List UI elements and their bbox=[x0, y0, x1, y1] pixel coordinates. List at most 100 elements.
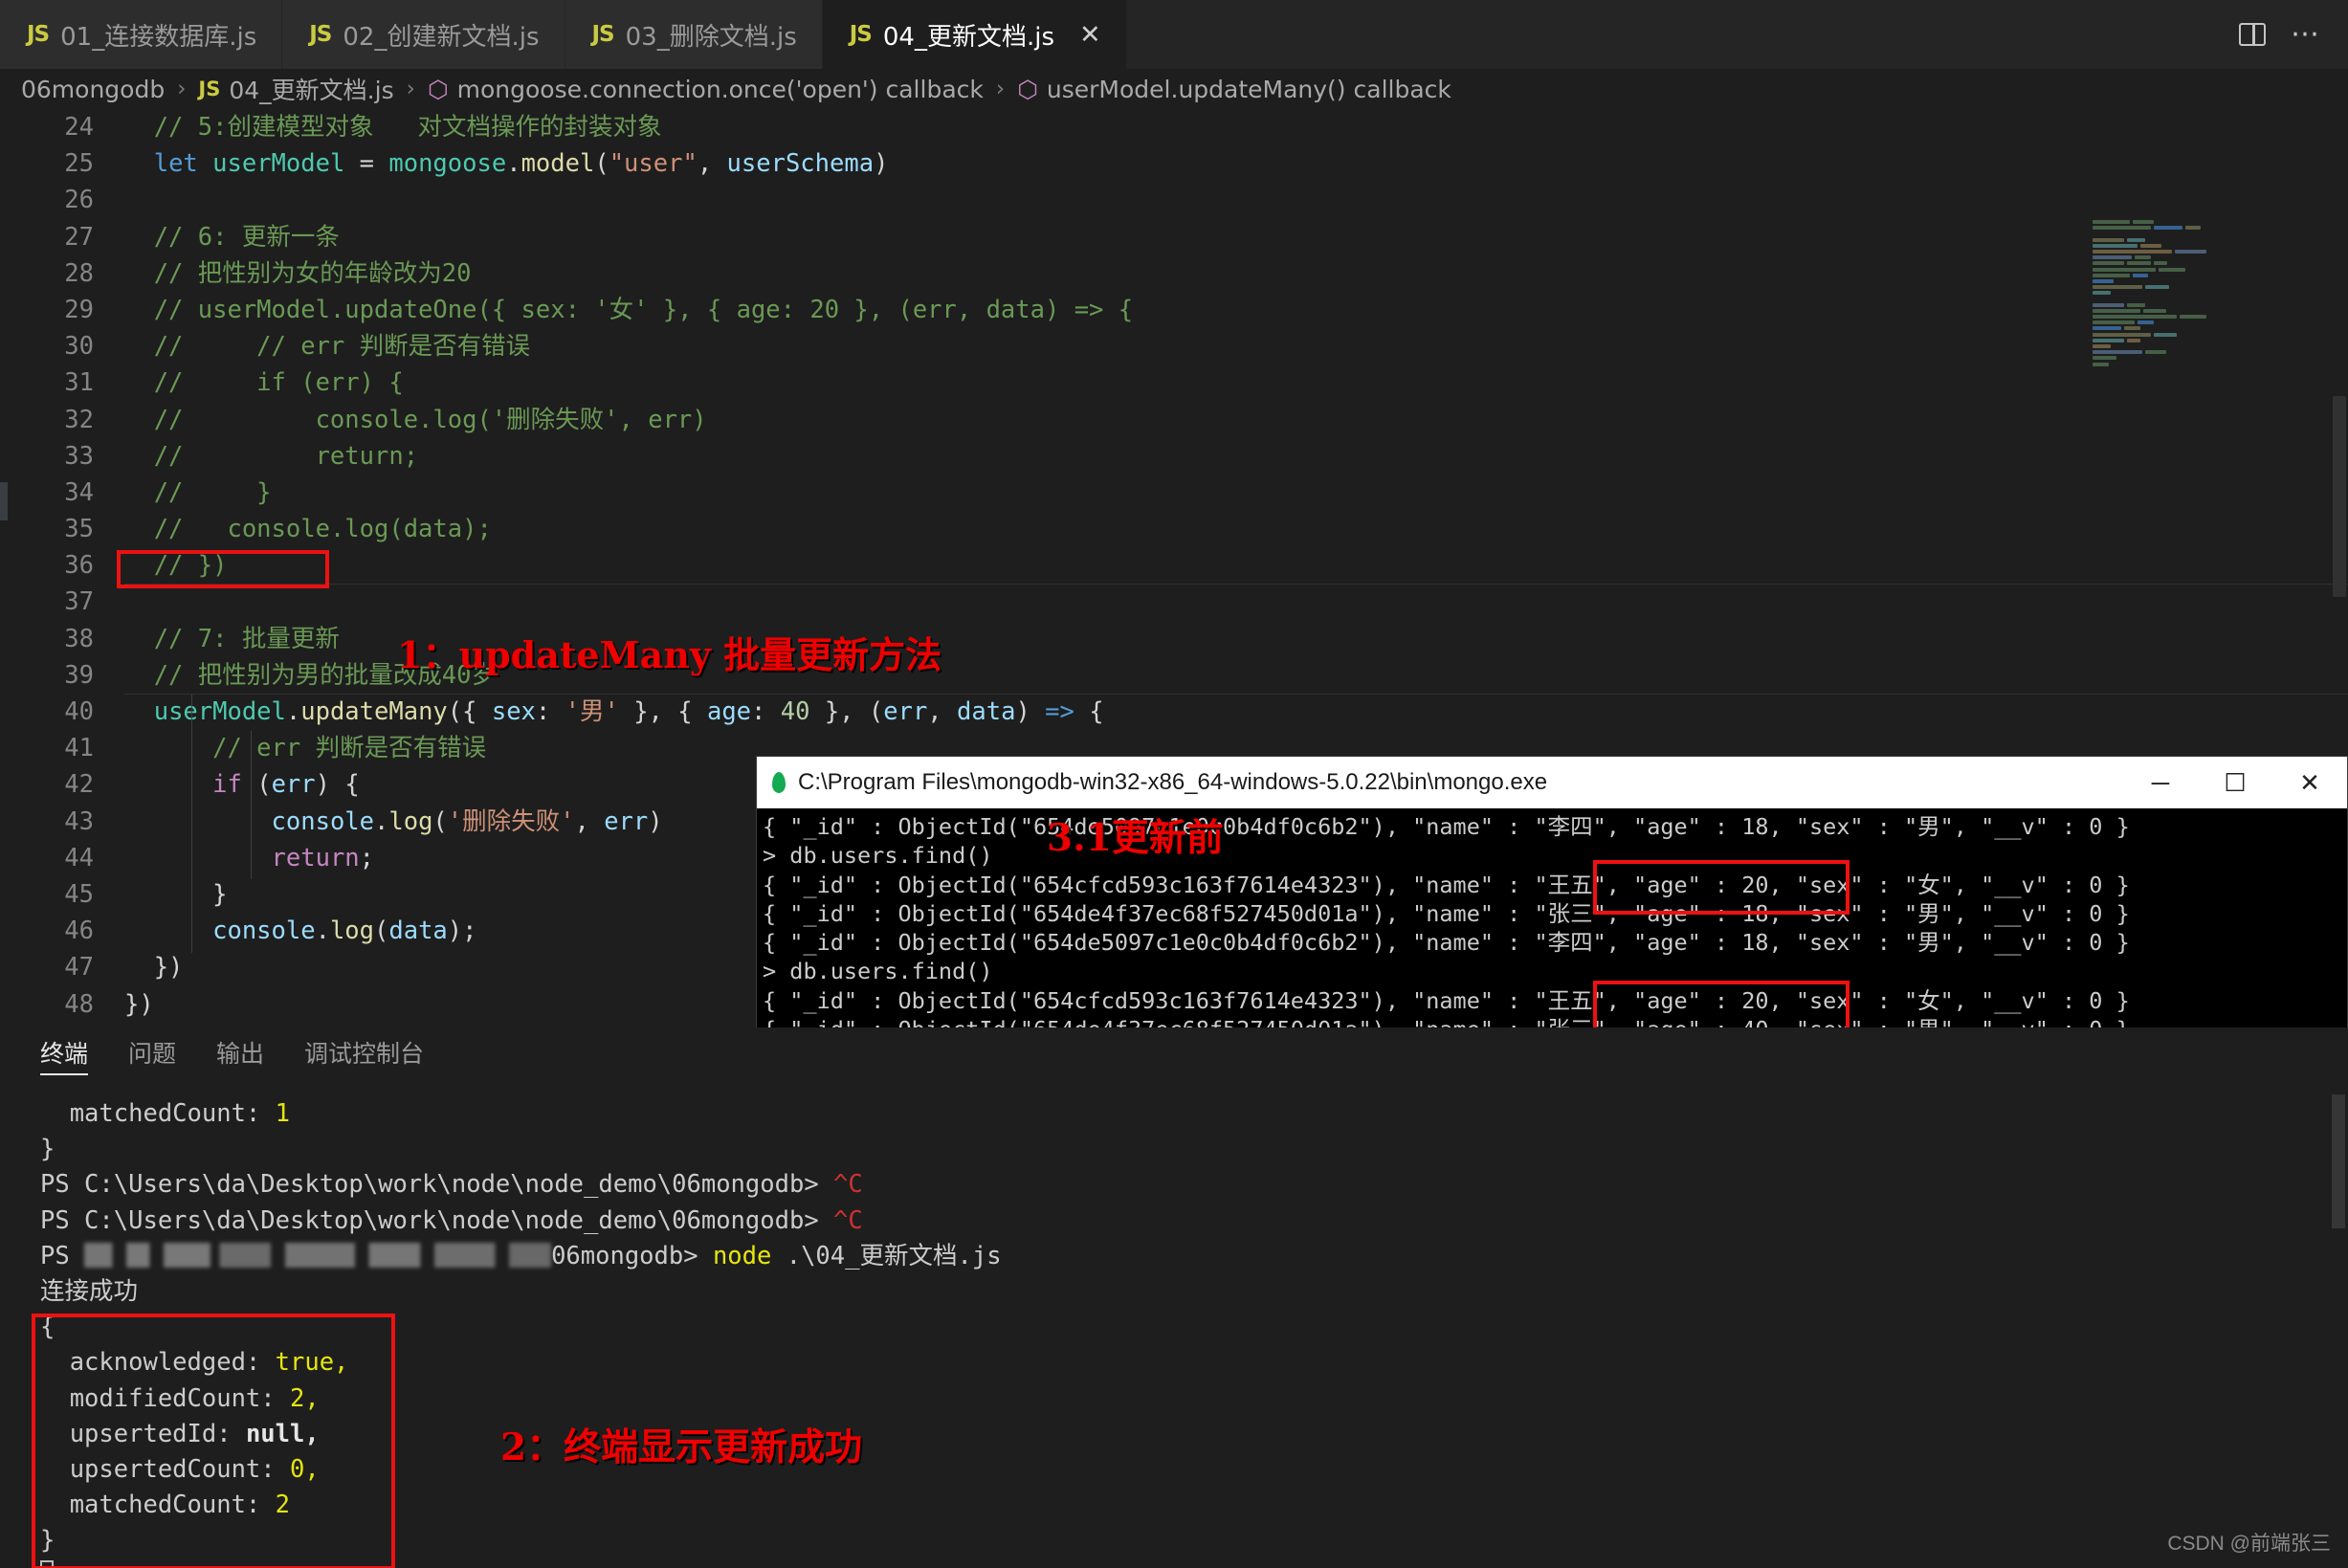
line-number: 45 bbox=[64, 879, 94, 909]
tab-03[interactable]: JS 03_删除文档.js bbox=[565, 0, 823, 69]
minimap-segment bbox=[2145, 350, 2167, 355]
minimap-row bbox=[2087, 350, 2331, 355]
code-line: 30 // // err 判断是否有错误 bbox=[0, 328, 2348, 364]
terminal-output[interactable]: matchedCount: 1} PS C:\Users\da\Desktop\w… bbox=[0, 1077, 2348, 1568]
minimap-segment bbox=[2127, 261, 2151, 266]
panel-tab-output[interactable]: 输出 bbox=[216, 1027, 264, 1077]
js-file-icon: JS bbox=[849, 22, 873, 47]
minimap-segment bbox=[2093, 243, 2138, 248]
code-line: 35 // console.log(data); bbox=[0, 511, 2348, 547]
minimap-segment bbox=[2138, 320, 2154, 325]
tab-01[interactable]: JS 01_连接数据库.js bbox=[0, 0, 283, 69]
minimap-segment bbox=[2093, 278, 2114, 283]
terminal-value: true, bbox=[275, 1348, 349, 1378]
editor-actions: ⋯ bbox=[2239, 0, 2348, 69]
line-text: // console.log('删除失败', err) bbox=[124, 405, 707, 434]
minimap-row bbox=[2087, 338, 2331, 342]
line-number: 34 bbox=[64, 477, 94, 507]
minimap-segment bbox=[2093, 308, 2140, 313]
code-line: 40 userModel.updateMany({ sex: '男' }, { … bbox=[0, 694, 2348, 730]
breadcrumb-file[interactable]: 04_更新文档.js bbox=[229, 72, 393, 106]
editor-vertical-scrollbar[interactable] bbox=[2333, 396, 2346, 597]
terminal-line: } bbox=[40, 1526, 55, 1556]
code-line: 34 // } bbox=[0, 475, 2348, 511]
breadcrumb: 06mongodb › JS 04_更新文档.js › ⬡ mongoose.c… bbox=[0, 69, 2348, 109]
terminal-value: ^C bbox=[833, 1170, 863, 1200]
js-file-icon: JS bbox=[309, 22, 332, 47]
minimap-segment bbox=[2093, 350, 2143, 355]
line-number: 36 bbox=[64, 551, 94, 581]
close-icon[interactable]: ✕ bbox=[1079, 20, 1101, 50]
terminal-value: null, bbox=[245, 1419, 320, 1448]
code-line: 32 // console.log('删除失败', err) bbox=[0, 402, 2348, 438]
chevron-right-icon: › bbox=[406, 77, 415, 101]
annotation-updatemany: 1：updateMany 批量更新方法 bbox=[397, 633, 942, 676]
more-actions-icon[interactable]: ⋯ bbox=[2291, 20, 2321, 49]
breadcrumb-symbol-2[interactable]: userModel.updateMany() callback bbox=[1047, 76, 1451, 103]
symbol-function-icon: ⬡ bbox=[1017, 75, 1038, 103]
mongo-window-titlebar[interactable]: C:\Program Files\mongodb-win32-x86_64-wi… bbox=[757, 757, 2347, 808]
code-line: 24 // 5:创建模型对象 对文档操作的封装对象 bbox=[0, 109, 2348, 145]
tab-04-active[interactable]: JS 04_更新文档.js ✕ bbox=[822, 0, 1127, 69]
annotation-before-update: 3.1更新前 bbox=[1047, 816, 1224, 860]
panel-tab-terminal[interactable]: 终端 bbox=[40, 1027, 89, 1077]
mongodb-leaf-icon bbox=[772, 772, 786, 793]
line-text: // // err 判断是否有错误 bbox=[124, 332, 531, 362]
panel-vertical-scrollbar[interactable] bbox=[2332, 1094, 2345, 1228]
line-text: } bbox=[124, 879, 228, 909]
panel-tab-label: 输出 bbox=[216, 1040, 265, 1068]
minimap-segment bbox=[2093, 343, 2112, 348]
tab-02[interactable]: JS 02_创建新文档.js bbox=[282, 0, 565, 69]
line-text: // 7: 批量更新 bbox=[124, 624, 340, 653]
minimap-segment bbox=[2093, 285, 2143, 290]
minimap-row bbox=[2087, 320, 2331, 325]
breadcrumb-symbol-1[interactable]: mongoose.connection.once('open') callbac… bbox=[457, 76, 984, 103]
panel-tab-label: 终端 bbox=[40, 1040, 89, 1068]
minimap-row bbox=[2087, 255, 2331, 260]
tab-label: 03_删除文档.js bbox=[625, 22, 797, 52]
line-number: 37 bbox=[64, 587, 94, 617]
mongo-output-line: { "_id" : ObjectId("654de5097c1e0c0b4df0… bbox=[763, 813, 2130, 840]
close-button[interactable]: ✕ bbox=[2272, 757, 2347, 808]
minimize-button[interactable]: ─ bbox=[2123, 757, 2198, 808]
js-file-icon: JS bbox=[198, 77, 221, 100]
line-number: 27 bbox=[64, 222, 94, 252]
minimap-row bbox=[2087, 315, 2331, 319]
line-number: 35 bbox=[64, 515, 94, 544]
editor-tab-bar: JS 01_连接数据库.js JS 02_创建新文档.js JS 03_删除文档… bbox=[0, 0, 2348, 69]
mongo-output-line: { "_id" : ObjectId("654cfcd593c163f7614e… bbox=[763, 871, 2130, 898]
line-text: // } bbox=[124, 477, 272, 507]
terminal-line: matchedCount: 1 bbox=[40, 1099, 290, 1128]
line-text: // 6: 更新一条 bbox=[124, 222, 340, 252]
line-number: 48 bbox=[64, 989, 94, 1019]
panel-tab-debug-console[interactable]: 调试控制台 bbox=[304, 1027, 424, 1077]
minimap-row bbox=[2087, 343, 2331, 348]
code-line: 31 // if (err) { bbox=[0, 364, 2348, 401]
panel-tab-label: 问题 bbox=[128, 1040, 177, 1068]
line-text: // err 判断是否有错误 bbox=[124, 734, 487, 763]
editor-minimap[interactable] bbox=[2087, 220, 2331, 459]
line-number: 29 bbox=[64, 295, 94, 324]
mongo-output-line: { "_id" : ObjectId("654cfcd593c163f7614e… bbox=[763, 986, 2130, 1014]
minimap-row bbox=[2087, 285, 2331, 290]
minimap-segment bbox=[2153, 226, 2182, 231]
maximize-button[interactable]: ☐ bbox=[2198, 757, 2272, 808]
terminal-line: 连接成功 bbox=[40, 1277, 139, 1307]
line-number: 28 bbox=[64, 258, 94, 288]
minimap-segment bbox=[2132, 220, 2154, 224]
line-text: let userModel = mongoose.model("user", u… bbox=[153, 149, 889, 179]
panel-tab-problems[interactable]: 问题 bbox=[128, 1027, 176, 1077]
minimap-row bbox=[2087, 291, 2331, 296]
minimap-segment bbox=[2093, 326, 2122, 331]
terminal-value: ^C bbox=[833, 1205, 863, 1235]
minimap-segment bbox=[2132, 273, 2148, 277]
line-text: // if (err) { bbox=[124, 368, 404, 398]
js-file-icon: JS bbox=[27, 22, 50, 47]
breadcrumb-folder[interactable]: 06mongodb bbox=[21, 76, 165, 103]
line-number: 33 bbox=[64, 441, 94, 471]
split-editor-icon[interactable] bbox=[2239, 23, 2266, 46]
minimap-segment bbox=[2093, 320, 2135, 325]
indent-guide bbox=[251, 731, 252, 879]
code-line: 25 let userModel = mongoose.model("user"… bbox=[0, 145, 2348, 182]
line-text: // 把性别为女的年龄改为20 bbox=[124, 258, 472, 288]
